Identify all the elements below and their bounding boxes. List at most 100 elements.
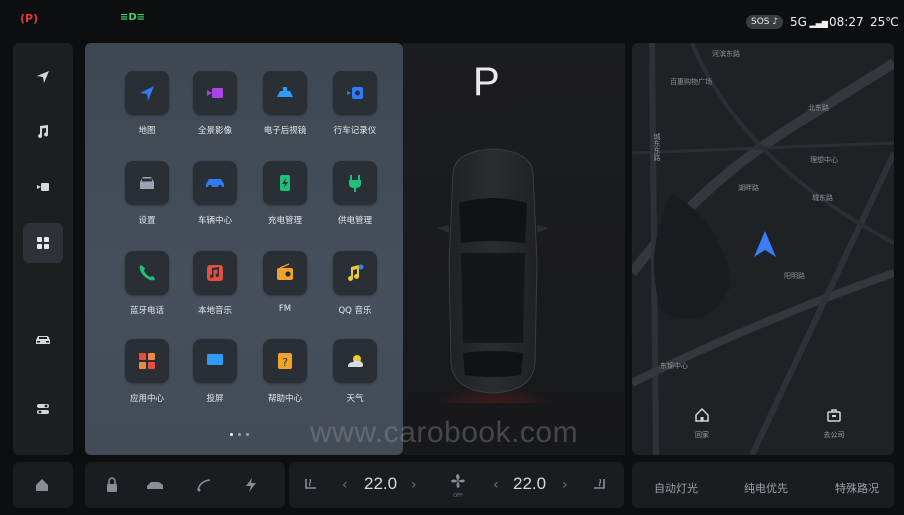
rail-music-button[interactable] xyxy=(23,111,63,151)
lightning-icon xyxy=(246,478,256,492)
left-rail xyxy=(13,43,73,455)
clock: 08:27 xyxy=(829,15,864,29)
charge-port-button[interactable] xyxy=(244,477,258,497)
map-label: 百惠购物广场 xyxy=(670,78,712,86)
network-label: 5G xyxy=(790,15,807,29)
svg-text:?: ? xyxy=(282,356,288,369)
app-tile[interactable]: 地图 xyxy=(115,71,179,136)
dashcam-icon xyxy=(333,71,377,115)
app-tile[interactable]: 应用中心 xyxy=(115,339,179,404)
app-tile[interactable]: QQ 音乐 xyxy=(323,251,387,316)
app-tile[interactable]: 本地音乐 xyxy=(183,251,247,316)
car-top-view xyxy=(433,148,553,403)
music-note-icon xyxy=(38,125,49,138)
network-indicator: 5G ▂▄▆ xyxy=(790,15,828,31)
navigation-arrow-icon xyxy=(37,71,49,83)
app-label: 供电管理 xyxy=(337,216,372,226)
left-temp-value: 22.0 xyxy=(364,474,398,493)
app-tile[interactable]: 电子后视镜 xyxy=(253,71,317,136)
car-trunk-icon xyxy=(147,482,163,489)
right-temperature: 22.0 xyxy=(513,474,546,494)
map-label: 城东东路 xyxy=(653,133,661,161)
app-label: 车辆中心 xyxy=(197,216,232,226)
app-label: 投屏 xyxy=(206,394,224,404)
app-tile[interactable]: 行车记录仪 xyxy=(323,71,387,136)
page-indicator[interactable] xyxy=(230,433,249,436)
navigation-map[interactable]: 河滨东路 百惠购物广场 城东东路 理想中心 湖畔路 北东路 城东路 阳明路 东锦… xyxy=(632,43,894,455)
app-label: 全景影像 xyxy=(197,126,232,136)
app-tile[interactable]: 充电管理 xyxy=(253,161,317,226)
left-temp-decrease-button[interactable]: ‹ xyxy=(342,477,348,493)
passenger-seat-heat-button[interactable] xyxy=(590,476,608,498)
briefcase-icon xyxy=(827,409,841,422)
dock-home-button[interactable] xyxy=(34,477,50,497)
driver-seat-heat-button[interactable] xyxy=(302,476,320,498)
app-label: 本地音乐 xyxy=(197,306,232,316)
left-temperature: 22.0 xyxy=(364,474,397,494)
screen-cast-icon xyxy=(193,339,237,383)
page-dot[interactable] xyxy=(230,433,233,436)
local-music-icon xyxy=(193,251,237,295)
grid-icon xyxy=(37,237,49,249)
gear-indicator: P xyxy=(473,60,500,104)
app-label: FM xyxy=(278,304,292,314)
app-label: 帮助中心 xyxy=(267,394,302,404)
panorama-camera-icon xyxy=(193,71,237,115)
app-tile[interactable]: ? 帮助中心 xyxy=(253,339,317,404)
map-label: 城东路 xyxy=(812,194,833,202)
right-temp-increase-button[interactable]: › xyxy=(562,477,568,493)
map-arrow-icon xyxy=(125,71,169,115)
settings-car-icon xyxy=(125,161,169,205)
fan-button[interactable]: OFF xyxy=(448,473,468,499)
rear-mirror-icon xyxy=(263,71,307,115)
wiper-button[interactable] xyxy=(196,477,212,497)
special-road-button[interactable]: 特殊路况 xyxy=(835,480,879,496)
home-icon xyxy=(695,407,709,422)
left-temp-increase-button[interactable]: › xyxy=(411,477,417,493)
rail-vehicle-button[interactable] xyxy=(23,319,63,359)
watermark: www.carobook.com xyxy=(310,416,579,449)
rail-settings-button[interactable] xyxy=(23,389,63,429)
lock-button[interactable] xyxy=(104,477,120,497)
sos-button[interactable]: SOS ♪ xyxy=(746,15,784,29)
rail-video-button[interactable] xyxy=(23,167,63,207)
battery-charge-icon xyxy=(263,161,307,205)
app-label: 蓝牙电话 xyxy=(129,306,164,316)
right-temp-value: 22.0 xyxy=(513,474,547,493)
home-button[interactable]: 回家 xyxy=(682,407,722,440)
company-label: 去公司 xyxy=(823,431,845,439)
app-label: 充电管理 xyxy=(267,216,302,226)
company-button[interactable]: 去公司 xyxy=(814,407,854,440)
app-tile[interactable]: 天气 xyxy=(323,339,387,404)
vehicle-view xyxy=(403,43,625,455)
page-dot[interactable] xyxy=(238,433,241,436)
rail-apps-button[interactable] xyxy=(23,223,63,263)
phone-icon xyxy=(125,251,169,295)
app-tile[interactable]: 供电管理 xyxy=(323,161,387,226)
weather-cloud-icon xyxy=(333,339,377,383)
app-label: 设置 xyxy=(138,216,156,226)
app-label: 电子后视镜 xyxy=(263,126,307,136)
trunk-button[interactable] xyxy=(145,477,165,497)
app-label: 天气 xyxy=(346,394,364,404)
ev-priority-button[interactable]: 纯电优先 xyxy=(744,480,788,496)
app-tile[interactable]: 投屏 xyxy=(183,339,247,404)
rail-navigation-button[interactable] xyxy=(23,57,63,97)
help-center-icon: ? xyxy=(263,339,307,383)
fan-icon xyxy=(451,474,465,488)
app-tile[interactable]: FM xyxy=(253,251,317,314)
app-tile[interactable]: 设置 xyxy=(115,161,179,226)
map-label: 阳明路 xyxy=(784,272,805,280)
headlight-icon: ≡D≡ xyxy=(120,12,146,23)
map-label: 北东路 xyxy=(808,104,829,112)
right-temp-decrease-button[interactable]: ‹ xyxy=(493,477,499,493)
car-icon xyxy=(36,336,50,344)
app-tile[interactable]: 全景影像 xyxy=(183,71,247,136)
app-tile[interactable]: 车辆中心 xyxy=(183,161,247,226)
page-dot[interactable] xyxy=(246,433,249,436)
auto-lights-button[interactable]: 自动灯光 xyxy=(654,480,698,496)
app-tile[interactable]: 蓝牙电话 xyxy=(115,251,179,316)
car-infotainment-screen: (P) ≡D≡ SOS ♪ 5G ▂▄▆ 08:27 25℃ 地图 全景影像 电子后… xyxy=(0,0,904,515)
map-label: 河滨东路 xyxy=(712,50,740,58)
seat-heat-icon xyxy=(594,478,605,489)
